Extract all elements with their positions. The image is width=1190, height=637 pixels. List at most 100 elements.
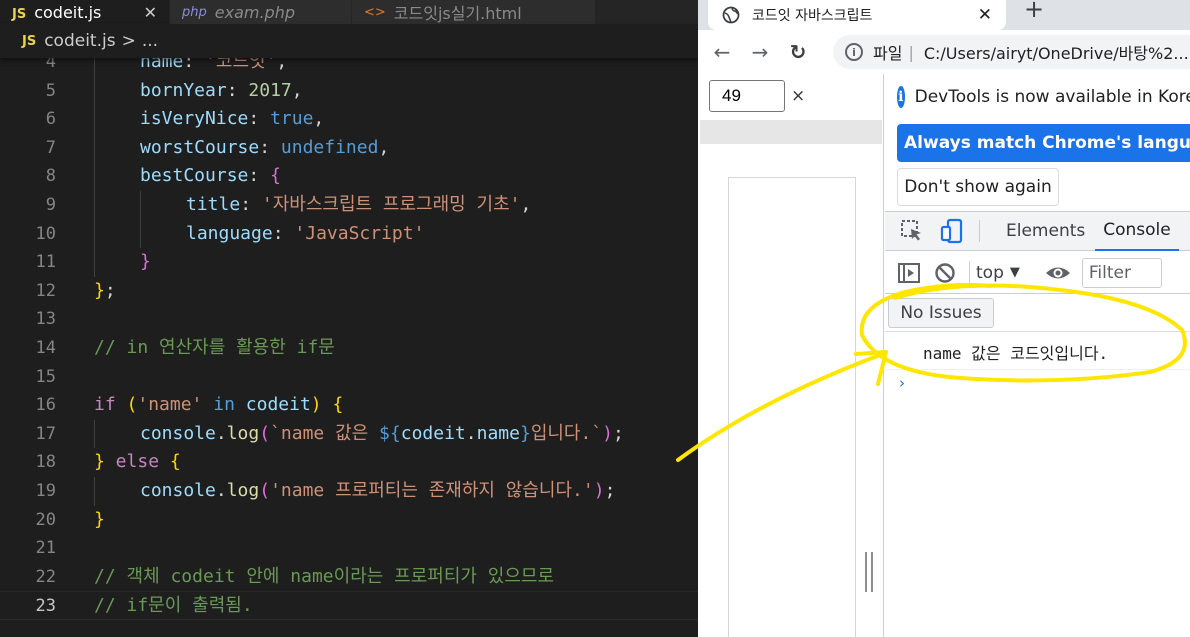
devtools-panel: i DevTools is now available in Korean Al…: [885, 74, 1190, 637]
tab-label: exam.php: [214, 2, 295, 22]
code-line: 12};: [0, 277, 698, 306]
tab-console[interactable]: Console: [1095, 211, 1179, 251]
line-number: 12: [35, 280, 56, 301]
info-icon: i: [897, 86, 905, 108]
back-button[interactable]: ←: [708, 38, 736, 66]
code-line: 9 title: '자바스크립트 프로그래밍 기초',: [0, 190, 698, 220]
code-line: 17 console.log(`name 값은 ${codeit.name}입니다…: [0, 419, 698, 449]
sidebar-toggle-icon[interactable]: [897, 261, 921, 285]
devtools-info-text: DevTools is now available in Korean: [914, 87, 1190, 107]
context-label: top: [976, 262, 1004, 283]
match-language-button[interactable]: Always match Chrome's language: [897, 124, 1190, 162]
line-number: 5: [45, 80, 56, 101]
close-icon[interactable]: ✕: [144, 3, 157, 22]
line-number: 13: [35, 309, 56, 330]
browser-toolbar: ← → ↻ i 파일 | C:/Users/airyt/OneDrive/바탕%…: [698, 30, 1190, 74]
code-line-current: 23// if문이 출력됨.: [0, 591, 698, 620]
line-number: 21: [35, 538, 56, 559]
console-log-text: name 값은 코드잇입니다.: [923, 344, 1109, 363]
issues-row: No Issues: [885, 294, 1190, 332]
divider: [979, 220, 980, 242]
page-bar: [700, 120, 882, 144]
filter-input[interactable]: Filter: [1081, 257, 1162, 288]
globe-icon: [722, 6, 740, 24]
url-text: C:/Users/airyt/OneDrive/바탕%2...: [923, 44, 1189, 63]
code-line: 21: [0, 534, 698, 563]
code-line: 22// 객체 codeit 안에 name이라는 프로퍼티가 있으므로: [0, 563, 698, 592]
code-line: 7 worstCourse: undefined,: [0, 133, 698, 163]
code-line: 5 bornYear: 2017,: [0, 76, 698, 106]
chevron-down-icon: ▼: [1009, 265, 1020, 280]
page-viewport: ×: [698, 74, 884, 637]
devtools-tab-bar: Elements Console: [885, 211, 1190, 251]
php-file-icon: php: [182, 4, 207, 20]
line-number: 9: [45, 194, 56, 215]
code-line: 20}: [0, 506, 698, 535]
breadcrumb: JS codeit.js > ...: [0, 24, 698, 58]
line-number: 6: [45, 109, 56, 130]
browser-tab-title: 코드잇 자바스크립트: [752, 8, 873, 24]
line-number: 20: [35, 509, 56, 530]
line-number: 16: [35, 395, 56, 416]
tab-label: 코드잇js실기.html: [393, 4, 522, 23]
js-file-icon: JS: [12, 6, 27, 22]
reload-button[interactable]: ↻: [784, 38, 812, 66]
tab-elements[interactable]: Elements: [1006, 211, 1085, 251]
console-prompt[interactable]: ›: [899, 374, 905, 392]
code-editor: JS codeit.js ✕ php exam.php <> 코드잇js실기.html…: [0, 0, 698, 637]
console-toolbar: top ▼ Filter: [885, 252, 1190, 294]
breadcrumb-file[interactable]: codeit.js: [44, 31, 115, 51]
number-input[interactable]: [709, 80, 785, 112]
code-line: 8 bestCourse: {: [0, 162, 698, 191]
breadcrumb-separator: >: [121, 31, 136, 51]
html-file-icon: <>: [364, 4, 386, 20]
line-number: 17: [35, 423, 56, 444]
url-scheme: 파일: [873, 44, 903, 63]
line-number: 14: [35, 337, 56, 358]
browser-tab[interactable]: 코드잇 자바스크립트 ✕: [708, 0, 1006, 30]
clear-icon[interactable]: ×: [791, 86, 805, 106]
line-number: 19: [35, 480, 56, 501]
code-line: 11}: [0, 248, 698, 277]
line-number: 11: [35, 252, 56, 273]
js-file-icon: JS: [22, 33, 37, 49]
eye-icon[interactable]: [1044, 261, 1072, 285]
code-line: 14// in 연산자를 활용한 if문: [0, 334, 698, 363]
breadcrumb-rest[interactable]: ...: [142, 31, 158, 51]
code-line: 19 console.log('name 프로퍼티는 존재하지 않습니다.');: [0, 476, 698, 506]
forward-button[interactable]: →: [746, 38, 774, 66]
code-line: 6 isVeryNice: true,: [0, 105, 698, 134]
browser-window: 코드잇 자바스크립트 ✕ + ← → ↻ i 파일 | C:/Users/air…: [698, 0, 1190, 637]
line-number: 10: [35, 223, 56, 244]
dont-show-again-button[interactable]: Don't show again: [897, 168, 1059, 206]
close-icon[interactable]: ✕: [978, 5, 992, 25]
info-icon[interactable]: i: [845, 43, 863, 61]
line-number: 7: [45, 137, 56, 158]
code-line: 13: [0, 305, 698, 334]
code-line: 18} else {: [0, 448, 698, 477]
line-number: 22: [35, 566, 56, 587]
editor-tab-bar: JS codeit.js ✕ php exam.php <> 코드잇js실기.html: [0, 0, 698, 24]
browser-tab-strip: 코드잇 자바스크립트 ✕ +: [698, 0, 1190, 30]
address-bar[interactable]: i 파일 | C:/Users/airyt/OneDrive/바탕%2...: [833, 35, 1190, 69]
no-issues-button[interactable]: No Issues: [888, 298, 994, 328]
line-number: 15: [35, 366, 56, 387]
inspect-element-icon[interactable]: [899, 218, 925, 244]
resize-handle[interactable]: [865, 552, 873, 592]
context-selector[interactable]: top ▼: [969, 260, 1020, 285]
line-number: 8: [45, 166, 56, 187]
devtools-info-banner: i DevTools is now available in Korean: [897, 86, 1190, 108]
tab-codeit-js[interactable]: JS codeit.js ✕: [0, 0, 170, 24]
tab-label: codeit.js: [34, 2, 102, 22]
tab-exam-php[interactable]: php exam.php: [170, 0, 352, 24]
url-divider: |: [908, 42, 914, 62]
new-tab-button[interactable]: +: [1024, 0, 1048, 22]
tab-html-file[interactable]: <> 코드잇js실기.html: [352, 0, 596, 24]
code-area[interactable]: 4 name: '코드잇', 5 bornYear: 2017, 6 isVeryNi…: [0, 48, 698, 620]
line-number: 23: [35, 596, 56, 617]
code-line: 16 if ('name' in codeit) {: [0, 391, 698, 420]
clear-console-icon[interactable]: [933, 261, 957, 285]
code-line: 15: [0, 363, 698, 392]
device-frame: [729, 178, 855, 637]
device-toolbar-icon[interactable]: [939, 218, 965, 244]
